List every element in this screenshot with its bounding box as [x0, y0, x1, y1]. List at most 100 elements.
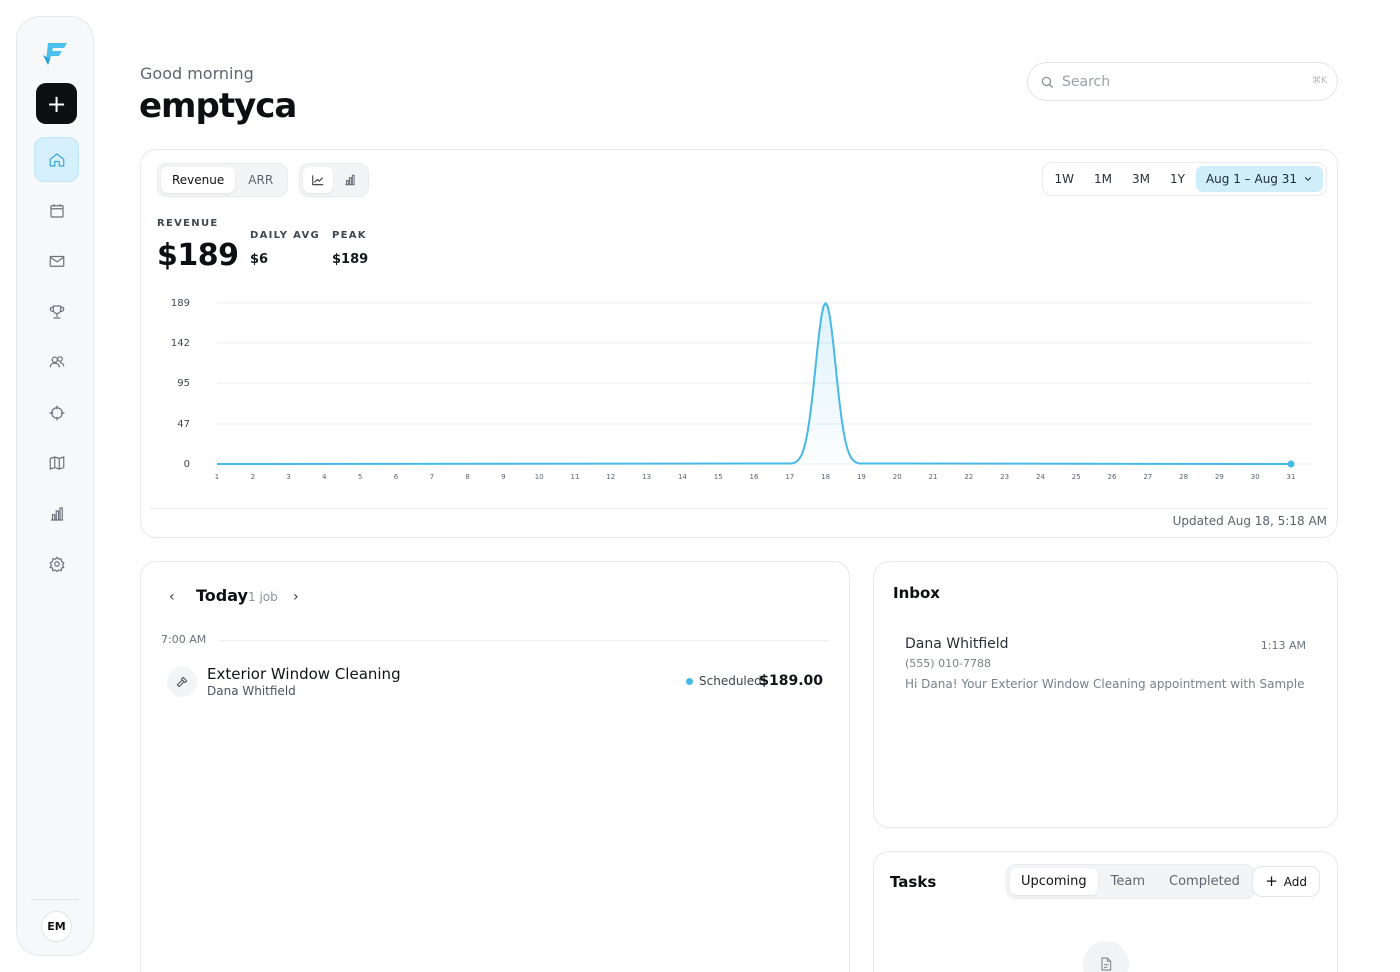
- next-day-chevron-icon[interactable]: ›: [293, 589, 299, 605]
- tab-arr[interactable]: ARR: [237, 167, 284, 193]
- nav-mail[interactable]: [34, 238, 79, 283]
- home-icon: [49, 152, 64, 167]
- x-tick-label: 3: [286, 473, 290, 481]
- y-tick-label: 189: [171, 298, 190, 309]
- x-tick-label: 4: [322, 473, 327, 481]
- hammer-icon: [176, 676, 188, 688]
- plus-icon: +: [46, 89, 67, 118]
- y-tick-label: 47: [177, 419, 190, 430]
- crosshair-icon: [49, 405, 64, 420]
- nav-map[interactable]: [34, 440, 79, 485]
- time-slot-label: 7:00 AM: [161, 633, 207, 646]
- status-badge: Scheduled: [686, 674, 762, 688]
- schedule-panel: ‹ Today 1 job › 7:00 AM Exterior Window …: [140, 561, 850, 972]
- trophy-icon: [49, 304, 64, 319]
- schedule-title: Today: [196, 586, 248, 605]
- x-tick-label: 13: [642, 473, 651, 481]
- line-view-button[interactable]: [303, 167, 333, 193]
- x-tick-label: 17: [785, 473, 794, 481]
- date-range-picker[interactable]: Aug 1 – Aug 31: [1195, 166, 1323, 192]
- calendar-icon: [49, 203, 64, 218]
- peak-label: PEAK: [332, 230, 367, 241]
- prev-day-chevron-icon[interactable]: ‹: [169, 589, 175, 605]
- range-1w[interactable]: 1W: [1046, 166, 1084, 192]
- range-3m[interactable]: 3M: [1123, 166, 1159, 192]
- plus-icon: +: [1265, 872, 1278, 890]
- job-icon: [167, 667, 197, 697]
- add-task-button[interactable]: + Add: [1252, 866, 1320, 897]
- tasks-panel: Tasks Upcoming Team Completed + Add: [873, 851, 1338, 972]
- nav-targets[interactable]: [34, 390, 79, 435]
- x-tick-label: 29: [1215, 473, 1224, 481]
- job-client: Dana Whitfield: [207, 684, 296, 698]
- new-button[interactable]: +: [36, 83, 77, 124]
- search-input[interactable]: [1062, 72, 1302, 92]
- document-icon: [1101, 957, 1112, 971]
- x-tick-label: 10: [535, 473, 544, 481]
- inbox-panel: Inbox Dana Whitfield 1:13 AM (555) 010-7…: [873, 561, 1338, 828]
- message-sender[interactable]: Dana Whitfield: [905, 636, 1009, 652]
- x-tick-label: 23: [1000, 473, 1009, 481]
- empty-state-icon: [1083, 941, 1129, 972]
- bar-chart-icon: [50, 506, 63, 521]
- tab-completed[interactable]: Completed: [1158, 868, 1251, 895]
- metric-tabs: Revenue ARR: [157, 163, 289, 197]
- y-tick-label: 95: [177, 378, 190, 389]
- x-tick-label: 22: [964, 473, 973, 481]
- chart-view-toggle: [299, 163, 369, 197]
- range-1m[interactable]: 1M: [1085, 166, 1121, 192]
- bar-chart-icon: [345, 174, 355, 186]
- x-tick-label: 21: [929, 473, 938, 481]
- y-tick-label: 142: [171, 338, 190, 349]
- x-tick-label: 28: [1179, 473, 1188, 481]
- greeting: Good morning: [140, 64, 254, 83]
- nav-trophy[interactable]: [34, 289, 79, 334]
- revenue-label: REVENUE: [157, 218, 219, 229]
- avatar[interactable]: EM: [41, 911, 72, 942]
- job-title[interactable]: Exterior Window Cleaning: [207, 665, 401, 683]
- x-tick-label: 27: [1143, 473, 1152, 481]
- nav-calendar[interactable]: [34, 188, 79, 233]
- x-tick-label: 7: [430, 473, 434, 481]
- x-tick-label: 5: [358, 473, 362, 481]
- updated-timestamp: Updated Aug 18, 5:18 AM: [1172, 514, 1327, 528]
- inbox-title: Inbox: [893, 584, 940, 602]
- x-tick-label: 15: [714, 473, 723, 481]
- sidebar-divider: [31, 899, 79, 900]
- settings-icon: [48, 555, 65, 572]
- x-tick-label: 14: [678, 473, 687, 481]
- brand-logo-icon[interactable]: [40, 37, 72, 69]
- tab-revenue[interactable]: Revenue: [161, 167, 236, 193]
- range-selector: 1W 1M 3M 1Y Aug 1 – Aug 31: [1041, 162, 1327, 196]
- x-tick-label: 18: [821, 473, 830, 481]
- x-tick-label: 19: [857, 473, 866, 481]
- message-preview[interactable]: Hi Dana! Your Exterior Window Cleaning a…: [905, 677, 1308, 691]
- revenue-chart: 047951421891 2 3 4 5 6 7 8 9 10 11 12 13 14 15 16 17 18 19…: [171, 298, 1311, 481]
- search-bar[interactable]: ⌘K: [1027, 62, 1338, 101]
- line-chart-icon: [312, 175, 324, 186]
- x-tick-label: 8: [465, 473, 469, 481]
- x-tick-label: 9: [501, 473, 505, 481]
- users-icon: [49, 355, 64, 367]
- date-range-label: Aug 1 – Aug 31: [1205, 172, 1297, 186]
- nav-home[interactable]: [34, 137, 79, 182]
- x-tick-label: 20: [893, 473, 902, 481]
- tasks-title: Tasks: [890, 873, 937, 891]
- mail-icon: [49, 255, 64, 267]
- nav-reports[interactable]: [34, 491, 79, 536]
- revenue-value: $189: [157, 238, 239, 273]
- tab-upcoming[interactable]: Upcoming: [1010, 868, 1098, 895]
- x-tick-label: 1: [215, 473, 219, 481]
- job-price: $189.00: [759, 673, 823, 689]
- range-1y[interactable]: 1Y: [1161, 166, 1194, 192]
- data-point-last: [1287, 460, 1295, 468]
- nav-settings[interactable]: [34, 541, 79, 586]
- x-tick-label: 25: [1072, 473, 1081, 481]
- tab-team[interactable]: Team: [1100, 868, 1156, 895]
- nav-users[interactable]: [34, 339, 79, 384]
- x-tick-label: 30: [1251, 473, 1260, 481]
- revenue-panel: Revenue ARR 1W 1M 3M 1Y Aug 1 – Aug 31 R…: [140, 149, 1338, 538]
- peak-value: $189: [332, 252, 369, 267]
- bar-view-button[interactable]: [335, 167, 365, 193]
- daily-avg-value: $6: [250, 252, 269, 267]
